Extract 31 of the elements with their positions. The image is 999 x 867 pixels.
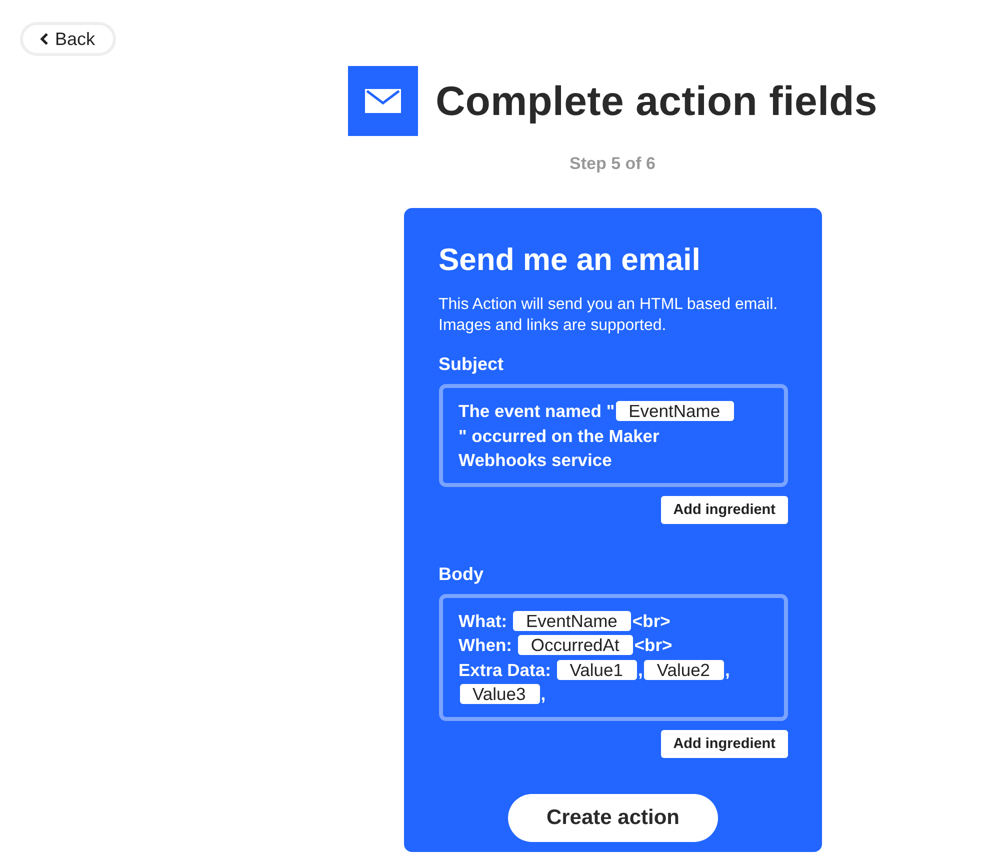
step-indicator: Step 5 of 6 [570,154,656,174]
field-text: When: [458,635,513,655]
envelope-icon [364,89,401,113]
page-title: Complete action fields [436,78,878,124]
text-field[interactable]: The event named " EventName " occurred on the Maker Webhooks service [438,384,788,486]
field-text: Extra Data: [458,660,552,680]
field-text: " occurred on the Maker [458,426,660,446]
field-label: Subject [438,354,505,375]
add-ingredient-button[interactable]: Add ingredient [661,730,788,758]
ingredient-tag[interactable]: Value1 [556,660,637,680]
field-text: , [638,660,643,680]
field-text: , [725,660,730,680]
field-text: What: [458,610,508,630]
field-text: Webhooks service [458,450,612,470]
field-text: , [540,684,546,704]
field-text: <br> [634,635,672,655]
create-action-button[interactable]: Create action [508,794,718,842]
text-field[interactable]: What: EventName <br> When: OccurredAt <br> Extra Data: Value1 , Value2 , Value3 , [438,594,788,720]
back-button[interactable]: Back [20,22,116,56]
ingredient-tag[interactable]: Value2 [644,660,724,680]
field-text: <br> [632,610,670,630]
card-title: Send me an email [438,242,702,278]
field-label: Body [438,564,484,584]
ingredient-tag[interactable]: Value3 [460,684,540,704]
ingredient-tag[interactable]: EventName [512,610,632,630]
chevron-left-icon [39,32,49,46]
ingredient-tag[interactable]: EventName [616,401,734,421]
field-text: The event named " [458,401,615,421]
card-description: This Action will send you an HTML based email. Images and links are supported. [438,295,779,336]
add-ingredient-button[interactable]: Add ingredient [661,496,788,524]
ingredient-tag[interactable]: OccurredAt [518,635,634,655]
